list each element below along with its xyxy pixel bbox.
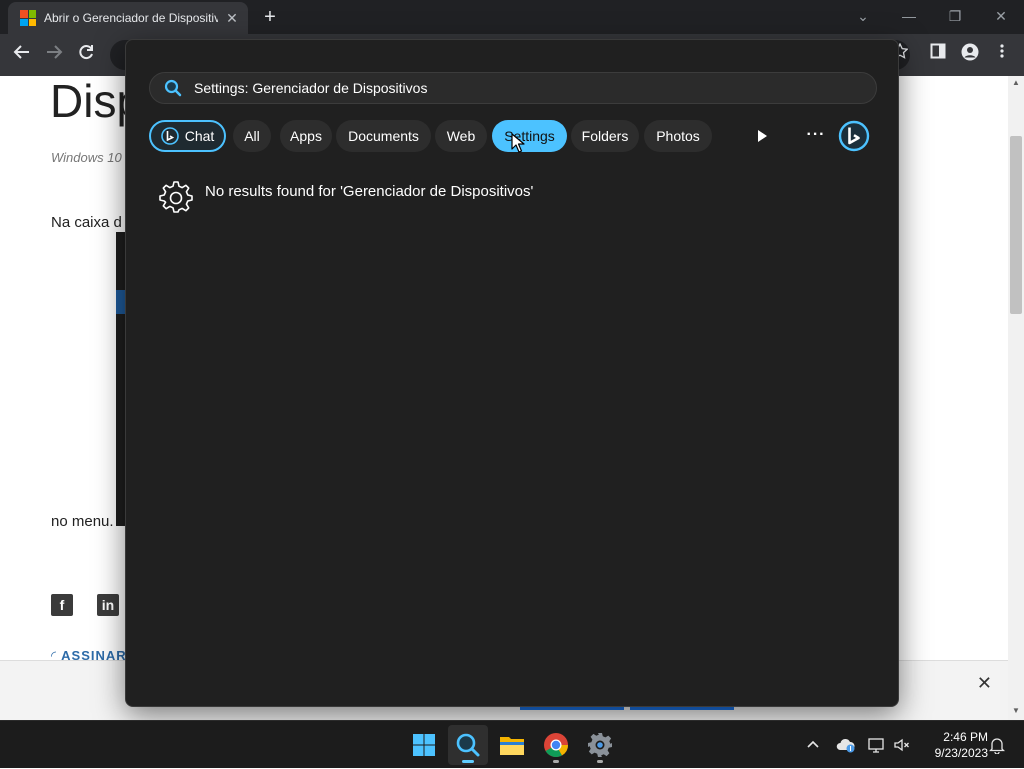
side-panel-icon[interactable] (926, 43, 950, 67)
microsoft-logo-icon (20, 10, 36, 26)
taskbar-clock[interactable]: 2:46 PM 9/23/2023 (918, 729, 988, 761)
minimize-button[interactable]: — (894, 4, 924, 28)
mouse-cursor-icon (511, 133, 525, 153)
more-chips-arrow[interactable] (754, 128, 770, 144)
chip-folders[interactable]: Folders (571, 120, 639, 152)
chip-chat[interactable]: Chat (149, 120, 226, 152)
running-indicator (553, 760, 559, 763)
show-hidden-icons-button[interactable] (802, 721, 824, 769)
search-query: Settings: Gerenciador de Dispositivos (194, 80, 428, 96)
scroll-down-icon[interactable]: ▼ (1008, 706, 1024, 718)
search-input[interactable]: Settings: Gerenciador de Dispositivos (149, 72, 877, 104)
page-paragraph: Na caixa d (51, 214, 122, 231)
profile-icon[interactable] (958, 43, 982, 67)
tab-title: Abrir o Gerenciador de Dispositivos (44, 11, 218, 25)
file-explorer-button[interactable] (492, 725, 532, 765)
close-window-button[interactable]: ✕ (986, 4, 1016, 28)
chrome-icon (544, 733, 568, 758)
more-options-button[interactable]: ··· (804, 126, 828, 146)
play-icon (758, 130, 767, 142)
forward-arrow-icon (47, 45, 63, 59)
back-button[interactable] (10, 43, 34, 67)
running-indicator (597, 760, 603, 763)
chip-web[interactable]: Web (435, 120, 487, 152)
forward-button[interactable] (42, 43, 66, 67)
search-icon (456, 733, 480, 757)
volume-tray-button[interactable] (890, 721, 914, 769)
chip-settings[interactable]: Settings (492, 120, 567, 152)
notifications-button[interactable] (986, 721, 1008, 769)
taskbar-search-button[interactable] (448, 725, 488, 765)
chip-apps[interactable]: Apps (280, 120, 332, 152)
network-icon (868, 738, 884, 753)
tab-close-icon[interactable]: ✕ (224, 10, 240, 27)
gear-icon (159, 181, 193, 213)
scroll-up-icon[interactable]: ▲ (1008, 78, 1024, 90)
browser-tab[interactable]: Abrir o Gerenciador de Dispositivos ✕ (8, 2, 248, 34)
browser-menu-icon[interactable] (990, 43, 1014, 67)
no-results-row: No results found for 'Gerenciador de Dis… (159, 180, 533, 214)
chip-label: Chat (184, 128, 215, 144)
reload-icon (79, 45, 93, 60)
onedrive-cloud-icon (836, 738, 855, 753)
volume-muted-icon (894, 738, 909, 752)
new-tab-button[interactable]: + (258, 6, 282, 28)
chip-photos[interactable]: Photos (644, 120, 712, 152)
clock-date: 9/23/2023 (934, 746, 988, 760)
browser-tab-strip: Abrir o Gerenciador de Dispositivos ✕ + … (0, 0, 1024, 34)
onedrive-tray-button[interactable] (834, 721, 858, 769)
network-tray-button[interactable] (865, 721, 889, 769)
back-arrow-icon (13, 45, 29, 59)
no-results-message: No results found for 'Gerenciador de Dis… (205, 183, 534, 200)
bing-icon (838, 120, 870, 152)
linkedin-icon[interactable]: in (97, 594, 119, 616)
search-icon (164, 79, 182, 97)
reload-button[interactable] (74, 43, 98, 67)
bell-icon (989, 738, 1005, 754)
banner-close-icon[interactable]: ✕ (977, 673, 992, 694)
settings-button[interactable] (580, 725, 620, 765)
start-button[interactable] (404, 725, 444, 765)
chip-documents[interactable]: Documents (336, 120, 431, 152)
active-indicator (462, 760, 474, 763)
chip-all[interactable]: All (233, 120, 271, 152)
clock-time: 2:46 PM (943, 730, 988, 744)
bing-chat-icon (160, 127, 179, 145)
chevron-up-icon (807, 740, 819, 748)
settings-icon (588, 733, 612, 757)
tab-search-icon[interactable]: ⌄ (848, 4, 878, 28)
file-explorer-icon (500, 737, 524, 755)
chrome-button[interactable] (536, 725, 576, 765)
scrollbar-thumb[interactable] (1010, 136, 1022, 314)
page-paragraph-2: no menu. (51, 513, 114, 530)
facebook-icon[interactable]: f (51, 594, 73, 616)
windows-start-icon (413, 734, 435, 756)
page-scrollbar[interactable]: ▲ ▼ (1008, 76, 1024, 720)
taskbar: 2:46 PM 9/23/2023 (0, 720, 1024, 768)
page-meta: Windows 10 (51, 150, 122, 165)
restore-button[interactable]: ❐ (940, 4, 970, 28)
bing-button[interactable] (838, 120, 870, 152)
